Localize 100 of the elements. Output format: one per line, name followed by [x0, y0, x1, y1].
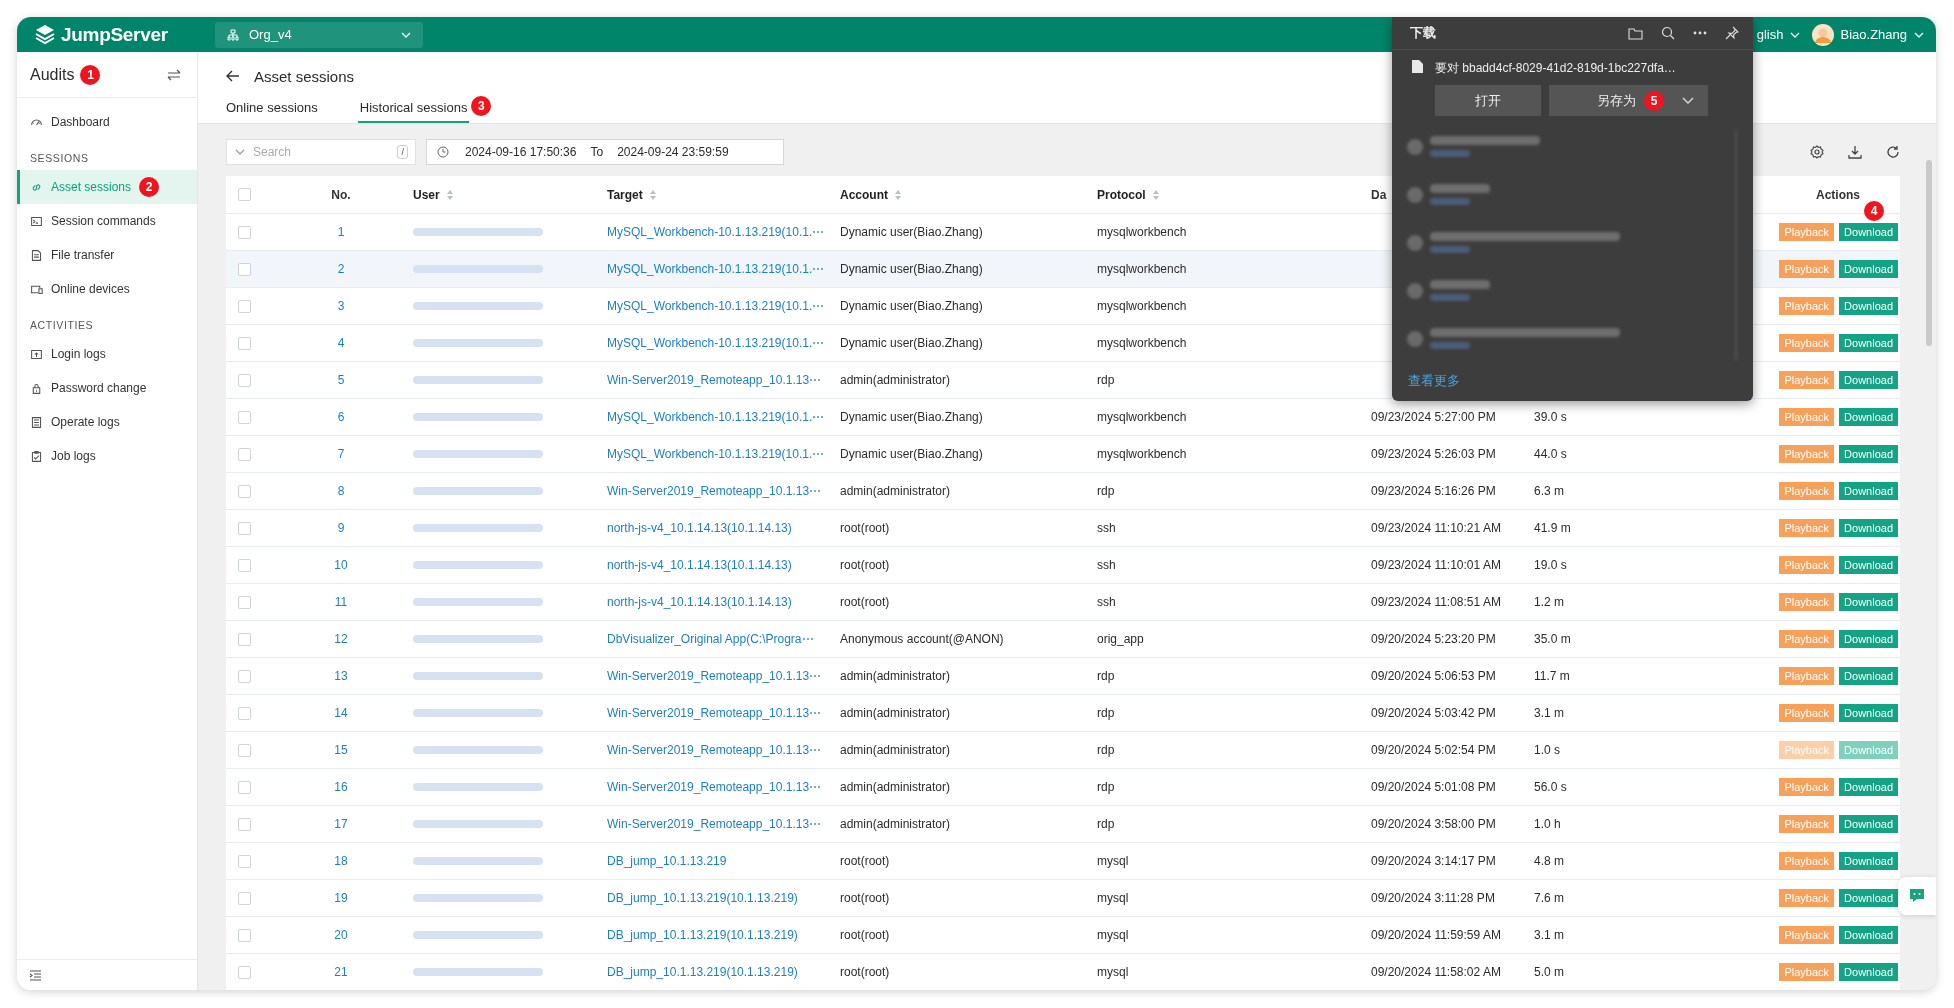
download-button[interactable]: Download — [1839, 815, 1898, 833]
target-link[interactable]: north-js-v4_10.1.14.13(10.1.14.13) — [607, 558, 792, 572]
row-number-link[interactable]: 8 — [337, 484, 345, 498]
download-button[interactable]: Download — [1839, 704, 1898, 722]
row-checkbox[interactable] — [238, 336, 251, 350]
target-link[interactable]: MySQL_Workbench-10.1.13.219(10.1.⋯ — [607, 410, 825, 424]
download-button[interactable]: Download — [1839, 519, 1898, 537]
pin-icon[interactable] — [1725, 26, 1739, 40]
sort-icon[interactable] — [894, 188, 902, 201]
row-checkbox[interactable] — [238, 484, 251, 498]
download-button[interactable]: Download — [1839, 260, 1898, 278]
target-link[interactable]: DB_jump_10.1.13.219(10.1.13.219) — [607, 965, 798, 979]
row-number-link[interactable]: 1 — [337, 225, 345, 239]
row-number-link[interactable]: 7 — [337, 447, 345, 461]
download-button[interactable]: Download — [1839, 926, 1898, 944]
org-selector[interactable]: Org_v4 — [215, 21, 423, 48]
target-link[interactable]: Win-Server2019_Remoteapp_10.1.13⋯ — [607, 484, 822, 498]
row-number-link[interactable]: 12 — [334, 632, 348, 646]
target-link[interactable]: MySQL_Workbench-10.1.13.219(10.1.⋯ — [607, 447, 825, 461]
target-link[interactable]: DbVisualizer_Original App(C:\Progra⋯ — [607, 632, 814, 646]
scrollbar[interactable] — [1926, 160, 1932, 346]
target-link[interactable]: MySQL_Workbench-10.1.13.219(10.1.⋯ — [607, 225, 825, 239]
sidebar-item[interactable]: File transfer — [17, 238, 197, 272]
row-number-link[interactable]: 13 — [334, 669, 348, 683]
row-number-link[interactable]: 11 — [334, 595, 348, 609]
see-more-link[interactable]: 查看更多 — [1408, 372, 1753, 390]
row-checkbox[interactable] — [238, 373, 251, 387]
row-number-link[interactable]: 14 — [334, 706, 348, 720]
date-range-field[interactable]: 2024-09-16 17:50:36 To 2024-09-24 23:59:59 — [426, 138, 784, 165]
row-checkbox[interactable] — [238, 854, 251, 868]
tab[interactable]: Online sessions — [226, 100, 318, 123]
row-checkbox[interactable] — [238, 299, 251, 313]
download-button[interactable]: Download — [1839, 630, 1898, 648]
row-checkbox[interactable] — [238, 447, 251, 461]
panel-button[interactable]: 另存为 5 — [1549, 85, 1708, 116]
sidebar-item[interactable]: Asset sessions 2 — [17, 170, 197, 204]
swap-icon[interactable] — [167, 68, 181, 81]
target-link[interactable]: DB_jump_10.1.13.219(10.1.13.219) — [607, 891, 798, 905]
row-checkbox[interactable] — [238, 706, 251, 720]
sort-icon[interactable] — [1151, 188, 1160, 201]
target-link[interactable]: MySQL_Workbench-10.1.13.219(10.1.⋯ — [607, 262, 825, 276]
row-number-link[interactable]: 16 — [334, 780, 348, 794]
target-link[interactable]: DB_jump_10.1.13.219 — [607, 854, 727, 868]
language-selector[interactable]: glish — [1756, 27, 1800, 42]
row-number-link[interactable]: 20 — [334, 928, 348, 942]
download-button[interactable]: Download — [1839, 852, 1898, 870]
column-header[interactable]: Target — [607, 187, 643, 202]
row-checkbox[interactable] — [238, 891, 251, 905]
select-all-checkbox[interactable] — [238, 188, 251, 201]
row-checkbox[interactable] — [238, 225, 251, 239]
row-number-link[interactable]: 17 — [334, 817, 348, 831]
row-number-link[interactable]: 9 — [337, 521, 345, 535]
row-checkbox[interactable] — [238, 928, 251, 942]
target-link[interactable]: Win-Server2019_Remoteapp_10.1.13⋯ — [607, 706, 822, 720]
download-button[interactable]: Download — [1839, 334, 1898, 352]
target-link[interactable]: north-js-v4_10.1.14.13(10.1.14.13) — [607, 521, 792, 535]
row-number-link[interactable]: 4 — [337, 336, 345, 350]
row-checkbox[interactable] — [238, 669, 251, 683]
download-button[interactable]: Download — [1839, 371, 1898, 389]
target-link[interactable]: Win-Server2019_Remoteapp_10.1.13⋯ — [607, 817, 822, 831]
sidebar-item[interactable]: Session commands — [17, 204, 197, 238]
more-icon[interactable] — [1693, 31, 1707, 35]
user-menu[interactable]: Biao.Zhang — [1811, 23, 1924, 46]
column-header[interactable]: Account — [840, 187, 888, 202]
row-number-link[interactable]: 21 — [334, 965, 348, 979]
sort-icon[interactable] — [445, 188, 454, 201]
back-arrow-icon[interactable] — [226, 70, 240, 82]
row-number-link[interactable]: 6 — [337, 410, 345, 424]
row-number-link[interactable]: 18 — [334, 854, 348, 868]
row-number-link[interactable]: 2 — [337, 262, 345, 276]
collapse-icon[interactable] — [29, 969, 42, 981]
target-link[interactable]: Win-Server2019_Remoteapp_10.1.13⋯ — [607, 780, 822, 794]
target-link[interactable]: MySQL_Workbench-10.1.13.219(10.1.⋯ — [607, 299, 825, 313]
search-icon[interactable] — [1661, 26, 1675, 40]
download-button[interactable]: Download — [1839, 482, 1898, 500]
row-checkbox[interactable] — [238, 965, 251, 979]
target-link[interactable]: north-js-v4_10.1.14.13(10.1.14.13) — [607, 595, 792, 609]
row-checkbox[interactable] — [238, 410, 251, 424]
row-checkbox[interactable] — [238, 780, 251, 794]
download-icon[interactable] — [1848, 144, 1862, 159]
sidebar-item[interactable]: Online devices — [17, 272, 197, 306]
row-number-link[interactable]: 10 — [334, 558, 348, 572]
download-button[interactable]: Download — [1839, 408, 1898, 426]
sidebar-item[interactable]: Login logs — [17, 337, 197, 371]
row-checkbox[interactable] — [238, 262, 251, 276]
folder-icon[interactable] — [1628, 26, 1643, 40]
download-button[interactable]: Download — [1839, 593, 1898, 611]
row-number-link[interactable]: 5 — [337, 373, 345, 387]
download-button[interactable]: Download — [1839, 778, 1898, 796]
row-checkbox[interactable] — [238, 595, 251, 609]
row-number-link[interactable]: 19 — [334, 891, 348, 905]
target-link[interactable]: Win-Server2019_Remoteapp_10.1.13⋯ — [607, 373, 822, 387]
column-header[interactable]: User — [413, 187, 440, 202]
download-button[interactable]: Download — [1839, 889, 1898, 907]
sidebar-item[interactable]: Operate logs — [17, 405, 197, 439]
target-link[interactable]: MySQL_Workbench-10.1.13.219(10.1.⋯ — [607, 336, 825, 350]
chat-button[interactable] — [1898, 877, 1936, 915]
row-checkbox[interactable] — [238, 558, 251, 572]
panel-button[interactable]: 打开 — [1435, 85, 1541, 116]
tab[interactable]: Historical sessions — [357, 100, 470, 123]
